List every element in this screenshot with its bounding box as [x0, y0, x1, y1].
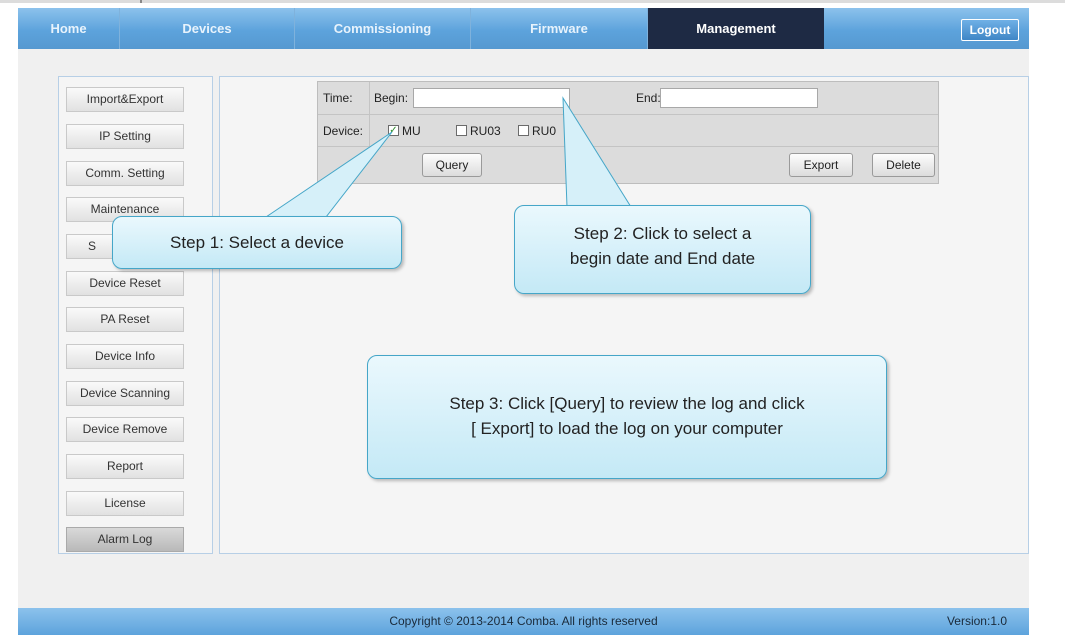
action-row: Query Export Delete	[318, 147, 938, 183]
query-button[interactable]: Query	[422, 153, 482, 177]
time-row: Time: Begin: End:	[318, 82, 938, 115]
sidebar-item-device-remove[interactable]: Device Remove	[66, 417, 184, 442]
sidebar-item-device-info[interactable]: Device Info	[66, 344, 184, 369]
ru0-checkbox-label: RU0	[532, 124, 557, 138]
tab-home[interactable]: Home	[18, 8, 120, 49]
main-content: Time: Begin: End: Device: ✓ MU RU03 RU0 …	[219, 76, 1029, 554]
step2-text-line2: begin date and End date	[569, 249, 756, 268]
tab-management[interactable]: Management	[648, 8, 824, 49]
sidebar-item-license[interactable]: License	[66, 491, 184, 516]
step1-callout: Step 1: Select a device	[112, 216, 402, 269]
begin-label: Begin:	[374, 91, 409, 105]
step3-text-line1: Step 3: Click [Query] to review the log …	[449, 394, 805, 413]
device-row: Device: ✓ MU RU03 RU0	[318, 115, 938, 147]
sidebar-item-ip-setting[interactable]: IP Setting	[66, 124, 184, 149]
device-label: Device:	[318, 115, 370, 146]
app-frame: Home Devices Commissioning Firmware Mana…	[18, 8, 1029, 635]
end-date-input[interactable]	[660, 88, 818, 108]
step2-text-line1: Step 2: Click to select a	[573, 224, 752, 243]
ru0-checkbox[interactable]	[518, 125, 529, 136]
sidebar-item-device-scanning[interactable]: Device Scanning	[66, 381, 184, 406]
delete-button[interactable]: Delete	[872, 153, 935, 177]
time-label: Time:	[318, 82, 370, 114]
tab-devices[interactable]: Devices	[120, 8, 295, 49]
ru03-checkbox-label: RU03	[470, 124, 501, 138]
sidebar-item-pa-reset[interactable]: PA Reset	[66, 307, 184, 332]
version-text: Version:1.0	[946, 614, 1007, 628]
window-top-strip	[0, 0, 1065, 3]
tab-commissioning[interactable]: Commissioning	[295, 8, 471, 49]
end-label: End:	[636, 91, 661, 105]
alarm-log-filter-panel: Time: Begin: End: Device: ✓ MU RU03 RU0 …	[317, 81, 939, 184]
export-button[interactable]: Export	[789, 153, 853, 177]
step1-text: Step 1: Select a device	[170, 233, 344, 252]
sidebar-item-comm-setting[interactable]: Comm. Setting	[66, 161, 184, 186]
footer-bar: Copyright © 2013-2014 Comba. All rights …	[18, 608, 1029, 635]
ru03-checkbox[interactable]	[456, 125, 467, 136]
step3-callout: Step 3: Click [Query] to review the log …	[367, 355, 887, 479]
begin-date-input[interactable]	[413, 88, 570, 108]
step3-text-line2: [ Export] to load the log on your comput…	[471, 419, 783, 438]
copyright-text: Copyright © 2013-2014 Comba. All rights …	[389, 614, 658, 628]
sidebar-item-import-export[interactable]: Import&Export	[66, 87, 184, 112]
sidebar-menu: Import&Export IP Setting Comm. Setting M…	[58, 76, 213, 554]
sidebar-item-report[interactable]: Report	[66, 454, 184, 479]
mu-checkbox[interactable]: ✓	[388, 125, 399, 136]
sidebar-item-alarm-log[interactable]: Alarm Log	[66, 527, 184, 552]
sidebar-item-device-reset[interactable]: Device Reset	[66, 271, 184, 296]
window-top-mark	[140, 0, 142, 3]
logout-button[interactable]: Logout	[961, 19, 1019, 41]
mu-checkbox-label: MU	[402, 124, 421, 138]
tab-firmware[interactable]: Firmware	[471, 8, 648, 49]
top-nav-bar: Home Devices Commissioning Firmware Mana…	[18, 8, 1029, 49]
step2-callout: Step 2: Click to select a begin date and…	[514, 205, 811, 294]
